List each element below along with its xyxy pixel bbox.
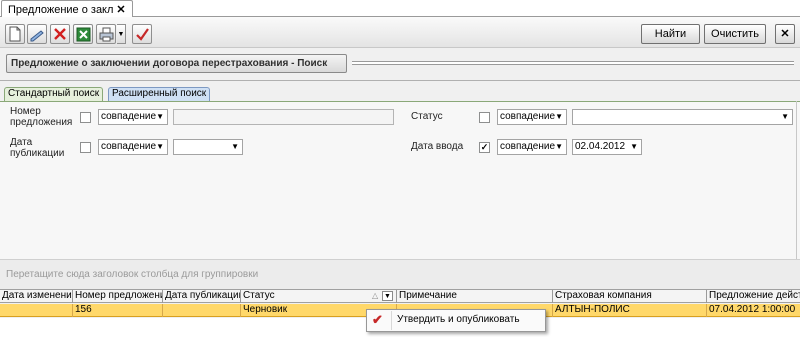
chevron-down-icon: ▼ — [231, 142, 239, 151]
approve-button[interactable] — [132, 24, 152, 44]
status-value-select[interactable]: ▼ — [572, 109, 793, 125]
proposal-number-label: Номер предложения — [10, 106, 73, 128]
cell-proposal-valid: 07.04.2012 1:00:00 — [709, 304, 796, 315]
print-button[interactable] — [96, 24, 116, 44]
title-divider — [352, 61, 794, 65]
header-separator — [0, 80, 800, 81]
chevron-down-icon: ▼ — [630, 142, 638, 151]
excel-export-button[interactable] — [73, 24, 93, 44]
excel-export-icon — [76, 27, 90, 42]
clear-button[interactable]: Очистить — [704, 24, 766, 44]
column-dropdown-icon[interactable]: ▼ — [382, 291, 393, 301]
cell-proposal-number: 156 — [73, 304, 163, 317]
document-tab-label: Предложение о закл — [8, 4, 114, 16]
tab-standard-search[interactable]: Стандартный поиск — [4, 87, 104, 101]
column-header-insurance-company[interactable]: Страховая компания — [553, 290, 707, 303]
context-menu-item-approve-publish[interactable]: Утвердить и опубликовать — [397, 314, 520, 326]
delete-icon — [54, 28, 66, 40]
column-header-publish-date[interactable]: Дата публикации — [163, 290, 241, 303]
column-header-note[interactable]: Примечание — [397, 290, 553, 303]
chevron-down-icon: ▼ — [555, 142, 563, 151]
edit-icon — [30, 30, 44, 42]
entry-date-checkbox[interactable]: ✓ — [479, 142, 490, 153]
approve-check-icon: ✔ — [372, 312, 383, 327]
group-by-panel[interactable]: Перетащите сюда заголовок столбца для гр… — [0, 259, 800, 289]
chevron-down-icon: ▼ — [156, 112, 164, 121]
new-document-button[interactable] — [5, 24, 25, 44]
status-checkbox[interactable] — [479, 112, 490, 123]
document-tab[interactable]: Предложение о закл ✕ — [1, 0, 133, 17]
entry-date-label: Дата ввода — [411, 141, 464, 152]
print-icon — [99, 27, 113, 42]
edit-button[interactable] — [27, 24, 47, 44]
chevron-down-icon: ▼ — [781, 112, 789, 121]
context-menu-icon-separator — [391, 311, 392, 330]
cell-insurance-company: АЛТЫН-ПОЛИС — [553, 304, 707, 317]
cell-publish-date — [163, 304, 241, 317]
tab-extended-search[interactable]: Расширенный поиск — [108, 87, 211, 101]
entry-date-picker[interactable]: 02.04.2012 ▼ — [572, 139, 642, 155]
proposal-number-mode-select[interactable]: совпадение ▼ — [98, 109, 168, 125]
publish-date-checkbox[interactable] — [80, 142, 91, 153]
proposal-number-input[interactable] — [173, 109, 394, 125]
approve-check-icon — [135, 28, 149, 41]
filter-icon[interactable]: △ — [372, 290, 378, 302]
close-tab-icon[interactable]: ✕ — [116, 4, 125, 16]
print-dropdown-arrow[interactable]: ▼ — [117, 24, 126, 44]
column-header-proposal-number[interactable]: Номер предложения — [73, 290, 163, 303]
new-document-icon — [9, 26, 21, 42]
column-header-proposal-valid[interactable]: Предложение действ — [707, 290, 800, 303]
proposal-number-checkbox[interactable] — [80, 112, 91, 123]
cell-change-date — [0, 304, 73, 317]
close-form-button[interactable]: ✕ — [775, 24, 795, 44]
chevron-down-icon: ▼ — [555, 112, 563, 121]
delete-button[interactable] — [50, 24, 70, 44]
column-header-status[interactable]: Статус △ ▼ — [241, 290, 397, 303]
status-mode-select[interactable]: совпадение ▼ — [497, 109, 567, 125]
publish-date-label: Дата публикации — [10, 137, 65, 159]
chevron-down-icon: ▼ — [156, 142, 164, 151]
chevron-down-icon: ▼ — [117, 31, 125, 38]
publish-date-select[interactable]: ▼ — [173, 139, 243, 155]
entry-date-mode-select[interactable]: совпадение ▼ — [497, 139, 567, 155]
column-header-change-date[interactable]: Дата изменения — [0, 290, 73, 303]
find-button[interactable]: Найти — [641, 24, 700, 44]
publish-date-mode-select[interactable]: совпадение ▼ — [98, 139, 168, 155]
panel-scroll-edge — [796, 101, 797, 259]
checkmark-icon: ✓ — [480, 142, 489, 152]
status-label: Статус — [411, 111, 443, 122]
page-title: Предложение о заключении договора перест… — [6, 54, 347, 73]
